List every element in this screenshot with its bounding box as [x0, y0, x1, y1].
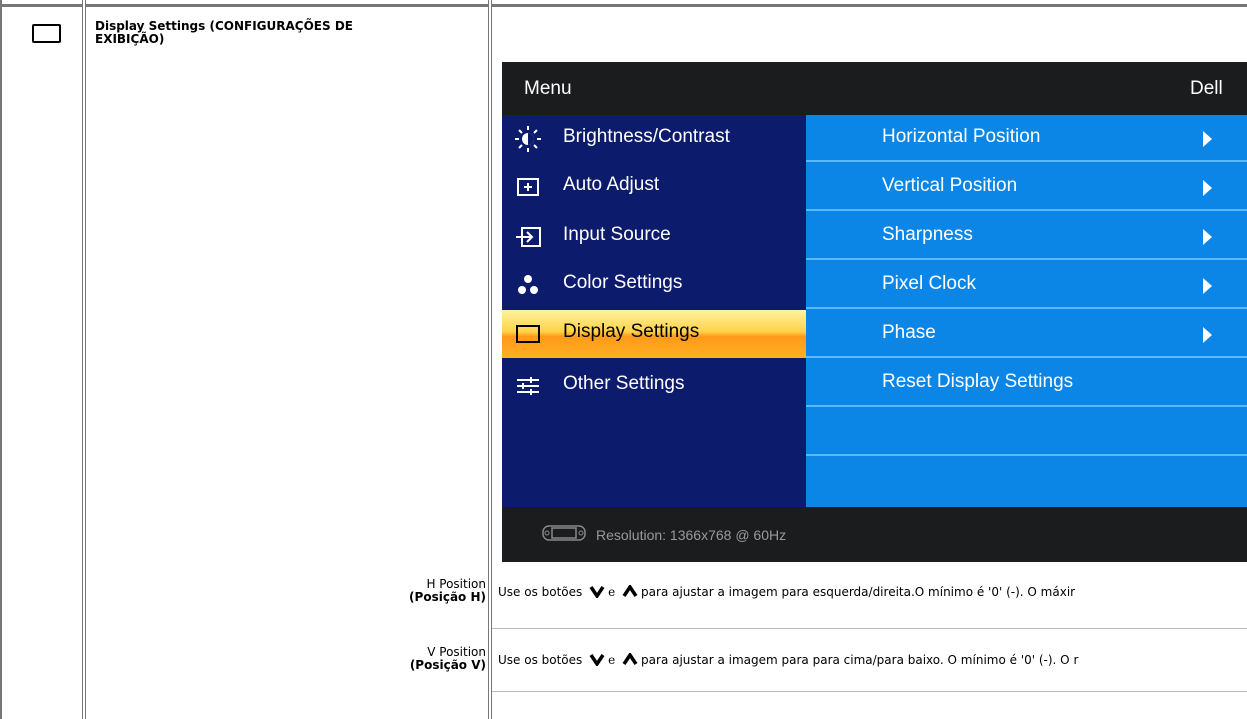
row-divider-vpos: [492, 691, 1247, 692]
row-desc-h-position: Use os botões e para ajustar a imagem pa…: [498, 585, 1247, 599]
osd-brand: Dell: [1190, 78, 1223, 99]
desc-text-after: para ajustar a imagem para para cima/par…: [641, 653, 1079, 667]
osd-subitem-label: Phase: [882, 322, 936, 343]
row-desc-v-position: Use os botões e para ajustar a imagem pa…: [498, 653, 1247, 667]
input-source-icon: [516, 227, 541, 247]
display-settings-icon: [32, 24, 61, 43]
osd-subitem-label: Pixel Clock: [882, 273, 976, 294]
osd-item-label: Brightness/Contrast: [563, 126, 730, 147]
col-divider-1-gap: [83, 0, 85, 719]
row-divider-hpos: [492, 628, 1247, 629]
chevron-up-icon: [622, 585, 638, 597]
osd-item-display-settings[interactable]: Display Settings: [502, 310, 806, 358]
row-label-line2: (Posição V): [409, 658, 486, 672]
osd-menu-label: Menu: [524, 78, 572, 99]
osd-subitem-label: Sharpness: [882, 224, 973, 245]
desc-text-after: para ajustar a imagem para esquerda/dire…: [641, 585, 1076, 599]
osd-item-label: Display Settings: [563, 321, 700, 342]
row-label-h-position: H Position (Posição H): [409, 578, 486, 604]
osd-item-label: Auto Adjust: [563, 174, 660, 195]
osd-subitem-label: Reset Display Settings: [882, 371, 1074, 392]
osd-subitem-pixel-clock[interactable]: Pixel Clock: [806, 262, 1247, 309]
osd-subitem-label: Horizontal Position: [882, 126, 1041, 147]
table-border-top: [0, 4, 1247, 7]
desc-conjunction: e: [608, 585, 616, 599]
chevron-right-icon: [1203, 131, 1212, 147]
osd-item-other-settings[interactable]: Other Settings: [502, 362, 806, 410]
col-divider-left: [0, 0, 2, 719]
osd-subitem-vertical-position[interactable]: Vertical Position: [806, 164, 1247, 211]
osd-right-panel: Horizontal Position Vertical Position Sh…: [806, 115, 1247, 507]
color-settings-icon: [518, 275, 538, 294]
chevron-down-icon: [589, 586, 605, 598]
col-divider-2-gap: [489, 0, 491, 719]
osd-subitem-empty: [806, 458, 1247, 505]
vga-connector-icon: [542, 525, 586, 541]
osd-subitem-horizontal-position[interactable]: Horizontal Position: [806, 115, 1247, 162]
row-label-line2: (Posição H): [409, 590, 486, 604]
osd-subitem-sharpness[interactable]: Sharpness: [806, 213, 1247, 260]
chevron-right-icon: [1203, 327, 1212, 343]
osd-item-input-source[interactable]: Input Source: [502, 213, 806, 261]
osd-item-auto-adjust[interactable]: Auto Adjust: [502, 163, 806, 211]
osd-header: Menu Dell: [502, 62, 1247, 115]
other-settings-icon: [517, 377, 539, 395]
osd-item-color-settings[interactable]: Color Settings: [502, 261, 806, 309]
chevron-right-icon: [1203, 180, 1212, 196]
osd-item-label: Input Source: [563, 224, 671, 245]
osd-item-label: Color Settings: [563, 272, 683, 293]
desc-text-before: Use os botões: [498, 653, 583, 667]
row-label-v-position: V Position (Posição V): [410, 646, 486, 672]
desc-text-before: Use os botões: [498, 585, 583, 599]
osd-subitem-empty: [806, 409, 1247, 456]
chevron-right-icon: [1203, 278, 1212, 294]
osd-item-brightness-contrast[interactable]: Brightness/Contrast: [502, 115, 806, 163]
osd-subitem-label: Vertical Position: [882, 175, 1018, 196]
osd-item-label: Other Settings: [563, 373, 685, 394]
auto-adjust-icon: [517, 178, 539, 196]
chevron-down-icon: [589, 654, 605, 666]
chevron-right-icon: [1203, 229, 1212, 245]
brightness-icon: [515, 126, 541, 152]
display-settings-icon: [516, 325, 540, 343]
desc-conjunction: e: [608, 653, 616, 667]
section-title: Display Settings (CONFIGURAÇÕES DE EXIBI…: [95, 19, 353, 46]
osd-subitem-phase[interactable]: Phase: [806, 311, 1247, 358]
osd-footer: Resolution: 1366x768 @ 60Hz: [502, 507, 1247, 562]
osd-left-panel: Brightness/Contrast Auto Adjust Input So…: [502, 115, 806, 507]
osd-subitem-reset-display-settings[interactable]: Reset Display Settings: [806, 360, 1247, 407]
resolution-text: Resolution: 1366x768 @ 60Hz: [596, 527, 787, 543]
chevron-up-icon: [622, 653, 638, 665]
osd-screenshot: Menu Dell Brightness/Contrast Auto Adjus…: [502, 62, 1247, 562]
